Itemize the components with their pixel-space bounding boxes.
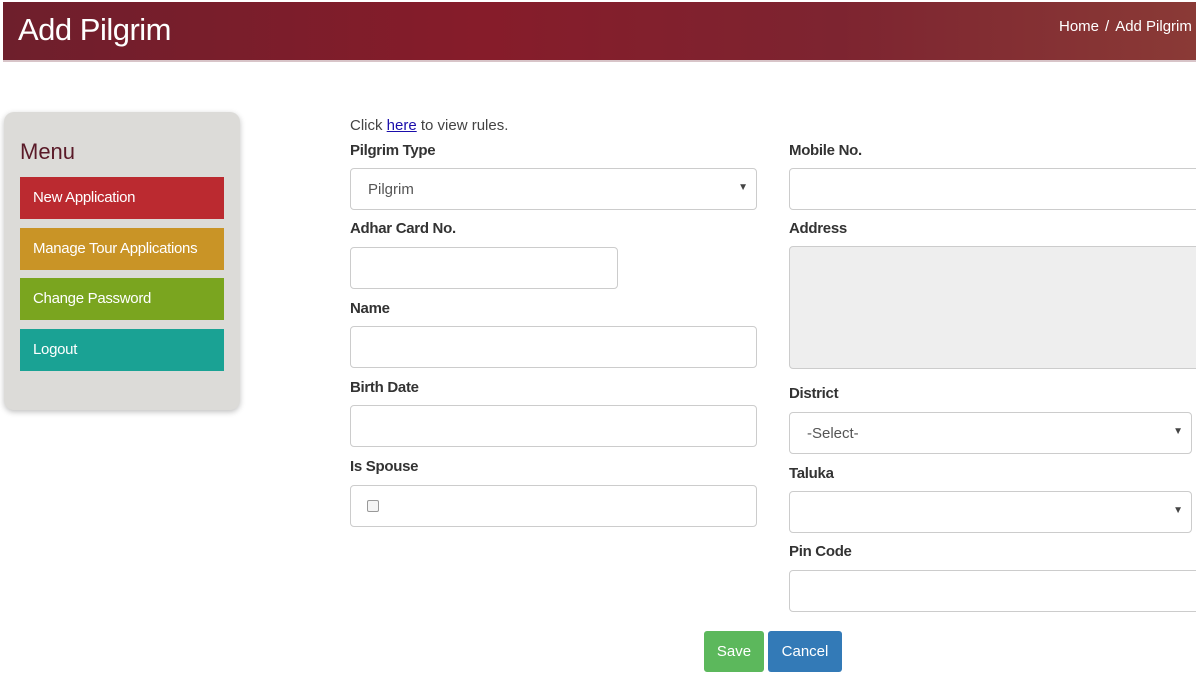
rules-link[interactable]: here <box>387 117 417 134</box>
menu-item-new-application[interactable]: New Application <box>20 177 224 219</box>
is-spouse-label: Is Spouse <box>350 458 419 475</box>
pilgrim-type-select[interactable]: Pilgrim ▼ <box>350 168 757 210</box>
address-label: Address <box>789 220 847 237</box>
breadcrumb-home[interactable]: Home <box>1059 18 1099 35</box>
mobile-input[interactable] <box>789 168 1196 210</box>
address-textarea[interactable] <box>789 246 1196 369</box>
name-input[interactable] <box>350 326 757 368</box>
adhar-input[interactable] <box>350 247 618 289</box>
cancel-button[interactable]: Cancel <box>768 631 842 672</box>
is-spouse-checkbox[interactable] <box>367 500 379 512</box>
menu-item-manage-tour-applications[interactable]: Manage Tour Applications <box>20 228 224 270</box>
district-label: District <box>789 385 839 402</box>
mobile-label: Mobile No. <box>789 142 862 159</box>
pilgrim-type-label: Pilgrim Type <box>350 142 436 159</box>
breadcrumb-separator: / <box>1105 18 1110 35</box>
caret-down-icon: ▼ <box>738 182 748 193</box>
taluka-select[interactable]: ▼ <box>789 491 1192 533</box>
menu-title: Menu <box>20 139 76 164</box>
note-suffix: to view rules. <box>416 117 509 134</box>
rules-note: Click here to view rules. <box>350 117 508 134</box>
note-prefix: Click <box>350 117 387 134</box>
name-label: Name <box>350 300 390 317</box>
district-value: -Select- <box>807 425 859 442</box>
page-title: Add Pilgrim <box>18 12 172 47</box>
save-button[interactable]: Save <box>704 631 764 672</box>
breadcrumb: Home / Add Pilgrim <box>1059 18 1196 35</box>
menu-item-change-password[interactable]: Change Password <box>20 278 224 320</box>
sidebar-menu: Menu New Application Manage Tour Applica… <box>4 112 240 410</box>
caret-down-icon: ▼ <box>1173 426 1183 437</box>
adhar-label: Adhar Card No. <box>350 220 456 237</box>
breadcrumb-current: Add Pilgrim <box>1115 18 1192 35</box>
menu-item-logout[interactable]: Logout <box>20 329 224 371</box>
district-select[interactable]: -Select- ▼ <box>789 412 1192 454</box>
pin-code-label: Pin Code <box>789 543 852 560</box>
caret-down-icon: ▼ <box>1173 505 1183 516</box>
birth-date-label: Birth Date <box>350 379 419 396</box>
birth-date-input[interactable] <box>350 405 757 447</box>
taluka-label: Taluka <box>789 465 834 482</box>
is-spouse-field <box>350 485 757 527</box>
pilgrim-type-value: Pilgrim <box>368 181 414 198</box>
page-header: Add Pilgrim Home / Add Pilgrim <box>3 2 1196 62</box>
pin-code-input[interactable] <box>789 570 1196 612</box>
